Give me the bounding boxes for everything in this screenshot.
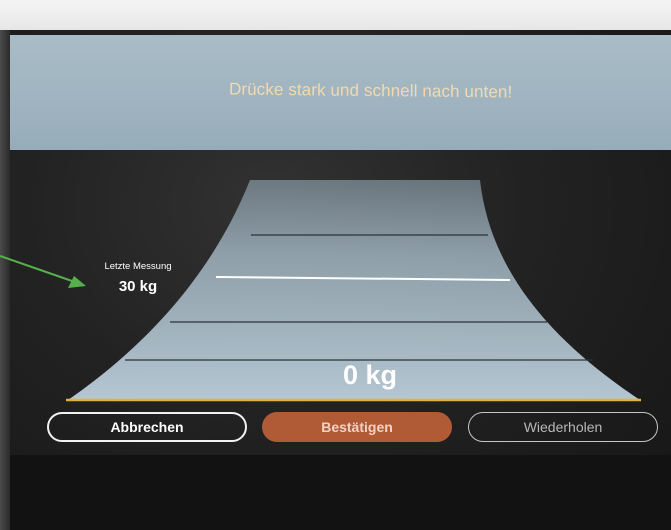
repeat-button[interactable]: Wiederholen (468, 412, 658, 442)
last-measurement-label: Letzte Messung (104, 261, 172, 272)
device-screen: Drücke stark und schnell nach unten! Let… (10, 30, 671, 530)
last-measurement-value: 30 kg (118, 278, 158, 295)
lower-screen-area (10, 455, 671, 530)
last-measurement: Letzte Messung 30 kg (90, 261, 186, 295)
photo-left-bezel (0, 30, 10, 530)
current-force-value: 0 kg (342, 360, 398, 390)
cancel-button[interactable]: Abbrechen (47, 412, 247, 442)
confirm-button[interactable]: Bestätigen (262, 412, 452, 442)
